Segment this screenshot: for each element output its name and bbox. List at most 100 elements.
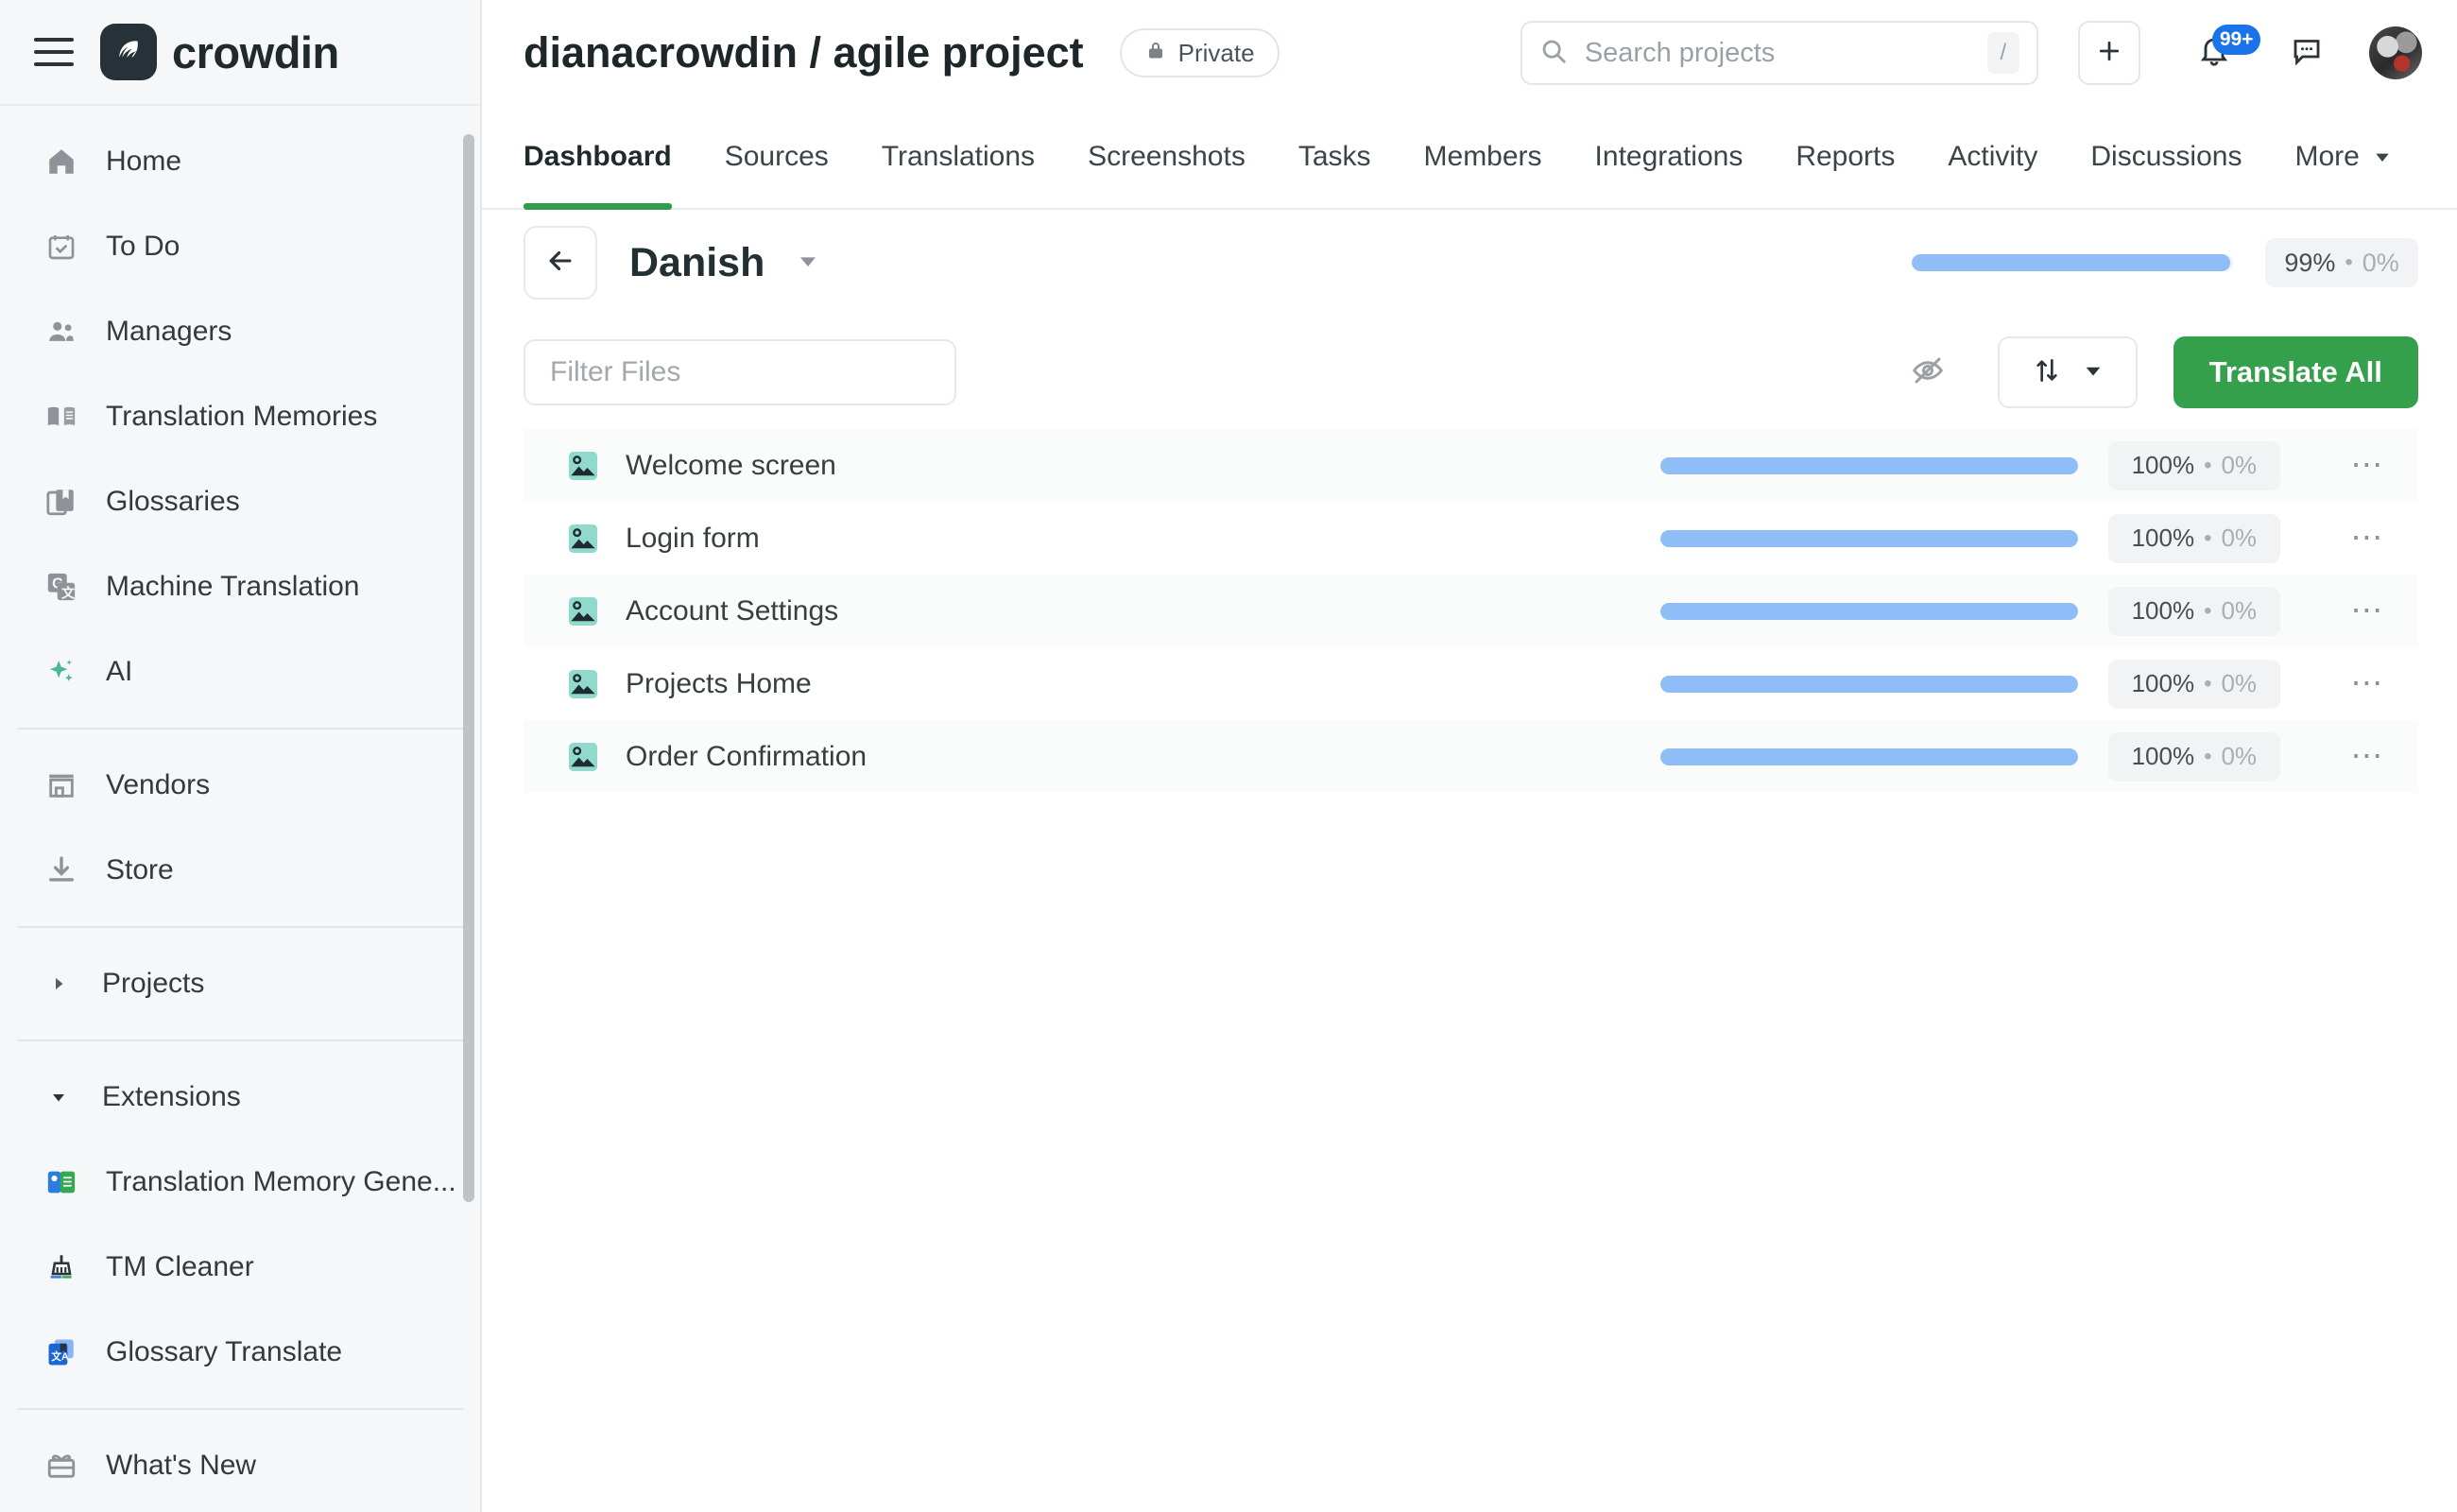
sidebar-item-translation-memories[interactable]: Translation Memories <box>0 374 480 459</box>
sidebar-header: crowdin <box>0 0 480 106</box>
sidebar-item-glossaries[interactable]: Glossaries <box>0 459 480 544</box>
image-file-icon <box>565 448 601 484</box>
table-row[interactable]: Order Confirmation100%•0%⋯ <box>524 720 2418 793</box>
open-book-icon <box>43 399 79 435</box>
image-file-icon <box>565 739 601 775</box>
sidebar-item-label: Translation Memory Gene... <box>106 1166 456 1198</box>
status-badge[interactable]: Private <box>1120 28 1280 77</box>
chat-bubble-icon <box>2290 34 2324 73</box>
tab-integrations[interactable]: Integrations <box>1569 106 1770 208</box>
tab-more[interactable]: More <box>2268 106 2417 208</box>
tab-screenshots[interactable]: Screenshots <box>1061 106 1272 208</box>
sort-button[interactable] <box>1998 336 2138 408</box>
separator-dot: • <box>2204 525 2211 552</box>
sidebar-item-store[interactable]: Store <box>0 828 480 913</box>
add-button[interactable] <box>2078 21 2140 85</box>
language-progress-label: 99% • 0% <box>2265 238 2417 287</box>
filter-placeholder: Filter Files <box>550 356 680 388</box>
file-progress-bar <box>1660 748 2078 765</box>
file-progress-bar <box>1660 530 2078 547</box>
language-name: Danish <box>629 240 765 286</box>
sidebar-item-label: Glossaries <box>106 486 240 518</box>
more-horizontal-icon[interactable]: ⋯ <box>2339 509 2397 568</box>
sidebar-vertical-scrollbar[interactable] <box>463 134 474 1202</box>
approved-percent: 0% <box>2362 249 2399 278</box>
back-button[interactable] <box>524 226 597 300</box>
translated-percent: 99% <box>2284 249 2335 278</box>
page-title: dianacrowdin / agile project <box>524 28 1084 77</box>
sidebar-item-glossary-translate[interactable]: 文A Glossary Translate <box>0 1310 480 1395</box>
sidebar-item-help-and-support[interactable]: ? Help & Support <box>0 1508 480 1512</box>
search-input[interactable]: Search projects / <box>1521 21 2038 85</box>
tab-tasks[interactable]: Tasks <box>1272 106 1398 208</box>
table-row[interactable]: Account Settings100%•0%⋯ <box>524 575 2418 647</box>
translate-all-button[interactable]: Translate All <box>2174 336 2418 408</box>
sidebar-item-vendors[interactable]: Vendors <box>0 743 480 828</box>
tab-label: Members <box>1424 141 1542 173</box>
file-progress-fill <box>1660 676 2078 693</box>
approved-percent: 0% <box>2221 742 2257 771</box>
tab-label: Dashboard <box>524 141 672 173</box>
tm-generator-icon <box>43 1164 79 1200</box>
tab-activity[interactable]: Activity <box>1921 106 2064 208</box>
tab-reports[interactable]: Reports <box>1769 106 1921 208</box>
tab-sources[interactable]: Sources <box>698 106 855 208</box>
sidebar-item-machine-translation[interactable]: G 文 Machine Translation <box>0 544 480 629</box>
eye-off-icon <box>1911 353 1945 392</box>
file-name: Account Settings <box>626 595 838 627</box>
tab-members[interactable]: Members <box>1398 106 1569 208</box>
sidebar-item-projects[interactable]: Projects <box>0 941 480 1026</box>
more-horizontal-icon[interactable]: ⋯ <box>2339 582 2397 641</box>
messages-button[interactable] <box>2277 23 2337 83</box>
sidebar-item-extensions[interactable]: Extensions <box>0 1055 480 1140</box>
sparkles-icon <box>43 654 79 690</box>
translated-percent: 100% <box>2132 669 2195 698</box>
language-dropdown-toggle[interactable] <box>797 249 819 277</box>
language-progress-bar <box>1912 254 2233 271</box>
language-progress-fill <box>1912 254 2230 271</box>
file-name: Welcome screen <box>626 450 836 482</box>
translated-percent: 100% <box>2132 451 2195 480</box>
tab-dashboard[interactable]: Dashboard <box>524 106 698 208</box>
tab-translations[interactable]: Translations <box>855 106 1061 208</box>
hide-completed-button[interactable] <box>1898 342 1958 403</box>
broom-icon <box>43 1249 79 1285</box>
sidebar-item-home[interactable]: Home <box>0 119 480 204</box>
table-row[interactable]: Projects Home100%•0%⋯ <box>524 647 2418 720</box>
hamburger-menu-icon[interactable] <box>34 38 74 66</box>
table-row[interactable]: Login form100%•0%⋯ <box>524 502 2418 575</box>
svg-text:文A: 文A <box>50 1350 69 1363</box>
file-name: Login form <box>626 523 760 555</box>
sidebar-item-to-do[interactable]: To Do <box>0 204 480 289</box>
image-file-icon <box>565 521 601 557</box>
sidebar-item-whats-new[interactable]: What's New <box>0 1423 480 1508</box>
sidebar-item-label: Managers <box>106 316 232 348</box>
lock-icon <box>1144 39 1167 68</box>
table-row[interactable]: Welcome screen100%•0%⋯ <box>524 429 2418 502</box>
sidebar-group-footer: What's New ? Help & Support <box>0 1410 480 1512</box>
sidebar-item-ai[interactable]: AI <box>0 629 480 714</box>
filter-files-input[interactable]: Filter Files <box>524 339 956 405</box>
sidebar-item-managers[interactable]: Managers <box>0 289 480 374</box>
files-list: Welcome screen100%•0%⋯ Login form100%•0%… <box>482 429 2457 793</box>
more-horizontal-icon[interactable]: ⋯ <box>2339 655 2397 713</box>
calendar-check-icon <box>43 229 79 265</box>
tab-label: Screenshots <box>1088 141 1246 173</box>
file-name: Order Confirmation <box>626 741 867 773</box>
sidebar-item-translation-memory-generator[interactable]: Translation Memory Gene... <box>0 1140 480 1225</box>
more-horizontal-icon[interactable]: ⋯ <box>2339 728 2397 786</box>
tab-label: Integrations <box>1595 141 1744 173</box>
crowdin-brand[interactable]: crowdin <box>100 24 339 80</box>
avatar[interactable] <box>2369 26 2422 79</box>
notifications-button[interactable]: 99+ <box>2184 23 2244 83</box>
tab-label: More <box>2294 141 2359 173</box>
main-content: dianacrowdin / agile project Private <box>482 0 2457 1512</box>
translated-percent: 100% <box>2132 524 2195 553</box>
tab-discussions[interactable]: Discussions <box>2064 106 2268 208</box>
sidebar-item-label: What's New <box>106 1450 256 1482</box>
tab-label: Discussions <box>2090 141 2242 173</box>
people-icon <box>43 314 79 350</box>
sidebar-item-tm-cleaner[interactable]: TM Cleaner <box>0 1225 480 1310</box>
more-horizontal-icon[interactable]: ⋯ <box>2339 437 2397 495</box>
file-progress-fill <box>1660 457 2078 474</box>
